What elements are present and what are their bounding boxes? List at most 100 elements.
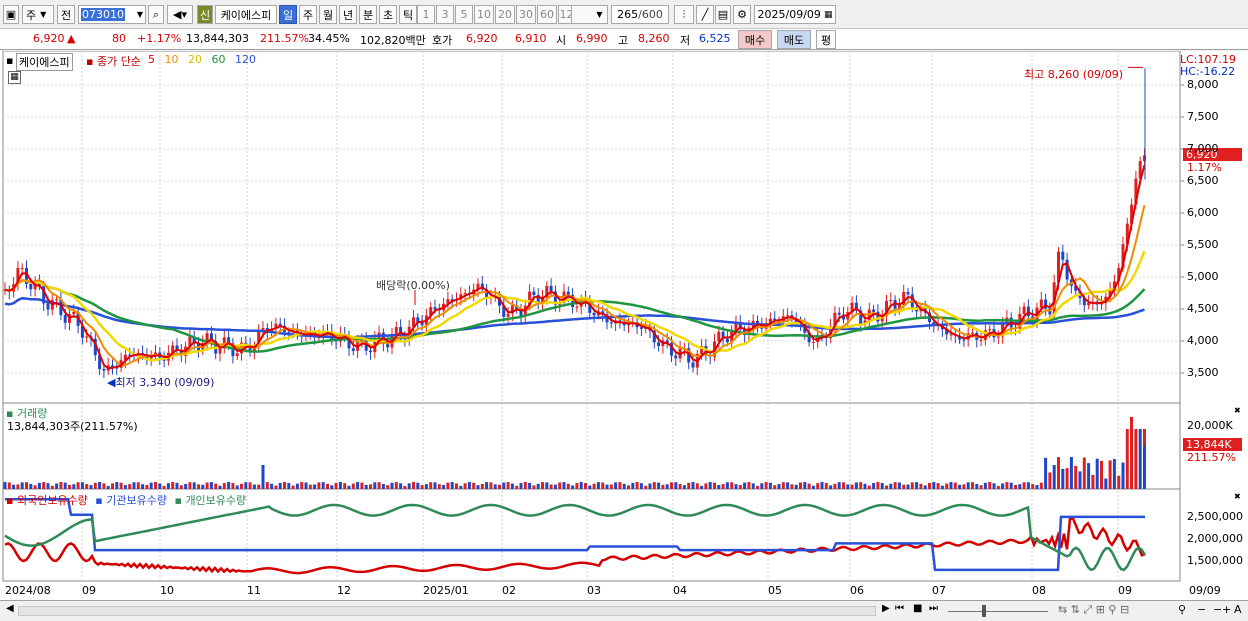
interval-button[interactable]: 1	[417, 5, 435, 24]
volume-bar	[184, 483, 188, 489]
zoom-slider-handle[interactable]	[982, 605, 986, 617]
interval-button[interactable]: 5	[455, 5, 473, 24]
volume-bar	[154, 482, 157, 489]
draw-icon[interactable]: ╱	[696, 5, 714, 24]
volume-bar	[291, 485, 295, 489]
period-button[interactable]: 분	[359, 5, 377, 24]
rewind-icon[interactable]: ⏮	[895, 603, 904, 614]
volume-bar	[807, 483, 811, 489]
x-axis-label: 09	[82, 584, 96, 597]
volume-bar	[179, 485, 183, 489]
volume-bar	[704, 483, 708, 489]
period-button[interactable]: 일	[279, 5, 297, 24]
gear-icon[interactable]: ⚙	[733, 5, 751, 24]
volume-bar	[691, 482, 695, 489]
interval-button[interactable]: 20	[495, 5, 515, 24]
market-select[interactable]: 주 ▼	[22, 5, 54, 24]
legend-stock-name[interactable]: 케이에스피	[16, 53, 73, 71]
volume-bar	[270, 483, 274, 489]
period-button[interactable]: 초	[379, 5, 397, 24]
prev-button[interactable]: 전	[57, 5, 75, 24]
window-icon[interactable]: ▣	[3, 5, 19, 24]
price-y-tick: 3,500	[1187, 366, 1219, 379]
interval-button[interactable]: 30	[516, 5, 536, 24]
period-button[interactable]: 주	[299, 5, 317, 24]
period-button[interactable]: 년	[339, 5, 357, 24]
candle-icon[interactable]: ⫶	[674, 5, 694, 24]
volume-bar	[343, 483, 347, 489]
price-y-tick: 5,500	[1187, 238, 1219, 251]
volume-bar	[360, 482, 364, 489]
avg-button[interactable]: 평	[816, 30, 836, 49]
zoom-slider[interactable]	[948, 611, 1048, 612]
volume-bar	[833, 483, 837, 489]
fast-forward-icon[interactable]: ⏭	[929, 603, 938, 614]
x-axis-right-label: 09/09	[1189, 584, 1221, 597]
count-field[interactable]: 265/600	[611, 5, 669, 24]
zoom-in-icon[interactable]: +	[1222, 603, 1231, 616]
interval-select[interactable]: ▼	[571, 5, 608, 24]
volume-bar	[532, 485, 536, 489]
speaker-icon[interactable]: ◀▾	[167, 5, 193, 24]
volume-bar	[111, 483, 114, 489]
buy-button[interactable]: 매수	[738, 30, 772, 49]
chart-canvas[interactable]	[0, 50, 1248, 601]
stop-icon[interactable]: ■	[913, 603, 922, 614]
candle-body	[725, 338, 729, 342]
volume-bar	[1026, 482, 1030, 489]
volume-bar	[906, 484, 910, 489]
close-icon[interactable]: ✖	[1234, 406, 1241, 415]
zoom-icon[interactable]: ⚲	[1178, 603, 1186, 616]
x-axis-label: 07	[932, 584, 946, 597]
volume-bar	[708, 482, 712, 489]
scrollbar-track[interactable]	[18, 606, 876, 616]
candle-body	[811, 342, 815, 344]
volume-bar	[1061, 469, 1065, 489]
volume-bar	[455, 483, 458, 489]
new-button[interactable]: 신	[197, 5, 213, 24]
volume-bar	[373, 482, 377, 489]
scroll-left-icon[interactable]: ◀	[6, 603, 14, 614]
candle-body	[433, 307, 437, 310]
volume-bar	[33, 485, 37, 489]
save-icon[interactable]: ▤	[715, 5, 731, 24]
volume-bar	[584, 483, 587, 489]
volume-bar	[377, 482, 381, 489]
date-field[interactable]: 2025/09/09 ▦	[754, 5, 836, 24]
volume-bar	[936, 483, 940, 489]
candle-body	[463, 293, 467, 295]
code-input[interactable]: 073010 ▼	[78, 5, 146, 24]
search-icon[interactable]: ⌕	[148, 5, 164, 24]
period-button[interactable]: 월	[319, 5, 337, 24]
scroll-right-icon[interactable]: ▶	[882, 603, 890, 614]
volume-bar	[274, 485, 278, 489]
interval-button[interactable]: 10	[474, 5, 494, 24]
volume-bar	[1005, 482, 1009, 489]
volume-bar	[12, 484, 16, 489]
volume-bar	[553, 484, 557, 489]
minimize-icon[interactable]: −	[1213, 603, 1222, 616]
interval-button[interactable]: 60	[537, 5, 557, 24]
font-size-icon[interactable]: A	[1234, 603, 1242, 616]
interval-button[interactable]: 3	[436, 5, 454, 24]
sell-button[interactable]: 매도	[777, 30, 811, 49]
candle-body	[394, 327, 398, 335]
candle-body	[837, 312, 841, 315]
up-arrow-icon: ▲	[67, 32, 76, 45]
chevron-down-icon[interactable]: ▼	[137, 10, 143, 19]
tool-icons[interactable]: ⇆ ⇅ ⤢ ⊞ ⚲ ⊟	[1058, 603, 1129, 617]
calendar-icon[interactable]: ▦	[824, 10, 833, 20]
volume-bar	[98, 482, 102, 489]
zoom-out-icon[interactable]: −	[1197, 603, 1206, 616]
volume-bar	[983, 482, 987, 489]
x-axis-label: 11	[247, 584, 261, 597]
volume-bar	[46, 483, 50, 489]
volume-bar	[743, 482, 747, 489]
stock-name-field[interactable]: 케이에스피	[215, 5, 277, 24]
period-button[interactable]: 틱	[399, 5, 417, 24]
volume-bar	[300, 482, 304, 489]
volume-bar	[566, 483, 570, 489]
close-icon[interactable]: ✖	[1234, 492, 1241, 501]
chart-area[interactable]: ▪ 케이에스피 ▪ 종가 단순 5 10 20 60 120 ▦ LC:107.…	[0, 50, 1248, 601]
grid-icon[interactable]: ▦	[8, 71, 21, 84]
